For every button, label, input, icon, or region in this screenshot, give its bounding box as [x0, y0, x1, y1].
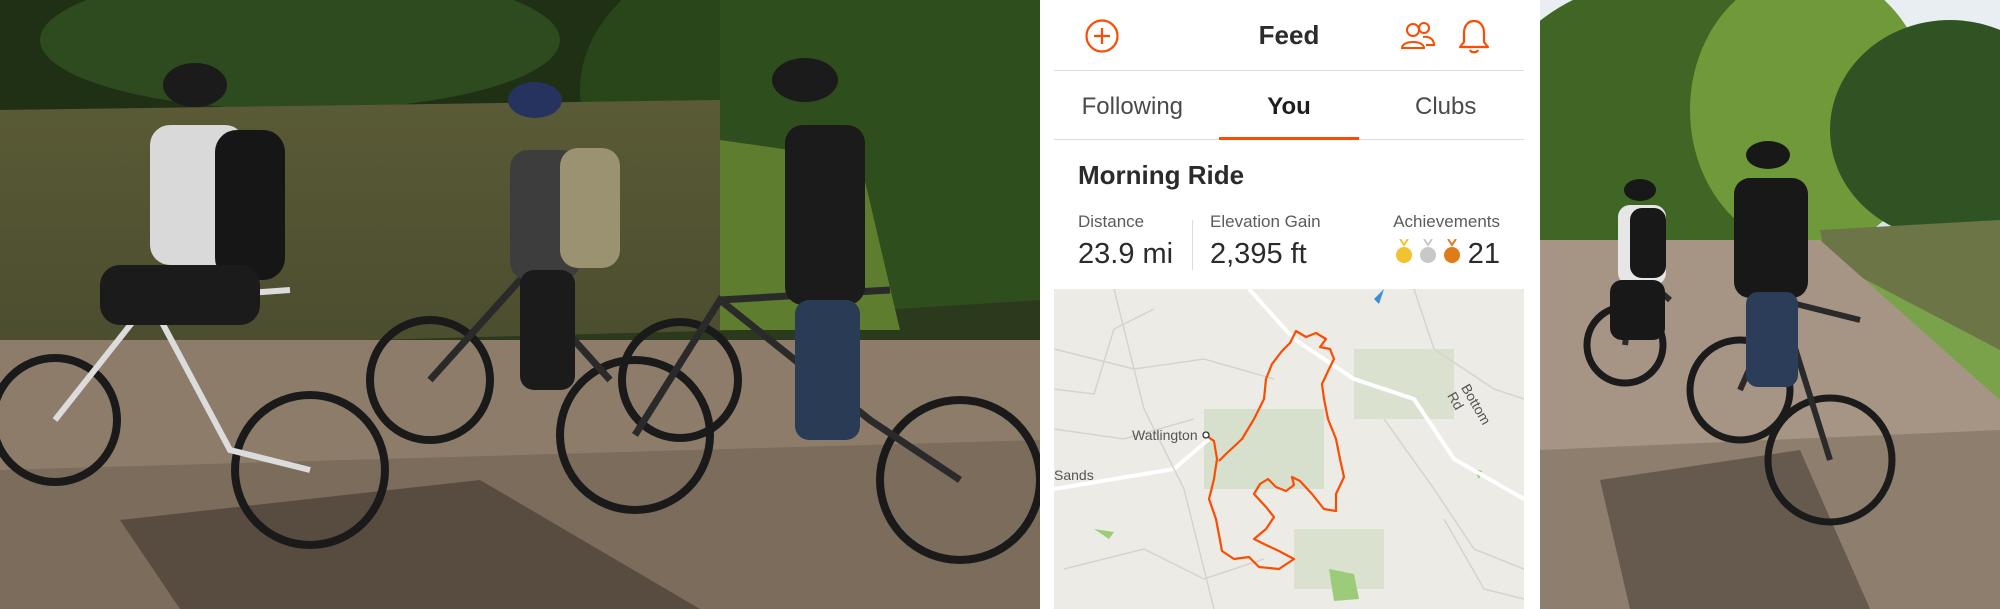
- cyclists-lake-photo: [0, 0, 1040, 609]
- activity-title[interactable]: Morning Ride: [1078, 160, 1244, 191]
- elevation-value: 2,395 ft: [1210, 238, 1307, 270]
- activity-feed-screen: Feed Following You Clubs Morning Ride Di…: [1054, 0, 1524, 609]
- achievements-value: 21: [1467, 238, 1500, 270]
- activity-stats: Distance 23.9 mi Elevation Gain 2,395 ft…: [1078, 212, 1500, 272]
- image-gap-right: [1524, 0, 1540, 609]
- elevation-label: Elevation Gain: [1210, 212, 1321, 231]
- gold-medal-icon: [1394, 238, 1414, 270]
- image-gap-left: [1040, 0, 1054, 609]
- feed-tabs: Following You Clubs: [1054, 71, 1524, 140]
- stat-divider: [1192, 220, 1193, 270]
- tab-you[interactable]: You: [1211, 71, 1368, 140]
- people-icon[interactable]: [1398, 16, 1438, 56]
- achievements-label: Achievements: [1393, 212, 1500, 231]
- elevation-stat: Elevation Gain 2,395 ft: [1210, 212, 1321, 271]
- route-map[interactable]: Watlington Sands Bottom Rd: [1054, 289, 1524, 609]
- bronze-medal-icon: [1442, 238, 1462, 270]
- distance-value: 23.9 mi: [1078, 238, 1174, 270]
- bell-icon[interactable]: [1454, 16, 1494, 56]
- silver-medal-icon: [1418, 238, 1438, 270]
- cyclists-willow-photo: [1540, 0, 2000, 609]
- distance-stat: Distance 23.9 mi: [1078, 212, 1173, 271]
- distance-label: Distance: [1078, 212, 1145, 231]
- tab-clubs[interactable]: Clubs: [1367, 71, 1524, 139]
- map-label-sands: Sands: [1054, 467, 1094, 483]
- tab-following[interactable]: Following: [1054, 71, 1211, 139]
- top-navigation-bar: Feed: [1054, 0, 1524, 71]
- map-label-town: Watlington: [1132, 427, 1198, 443]
- achievements-stat: Achievements 21: [1393, 212, 1500, 271]
